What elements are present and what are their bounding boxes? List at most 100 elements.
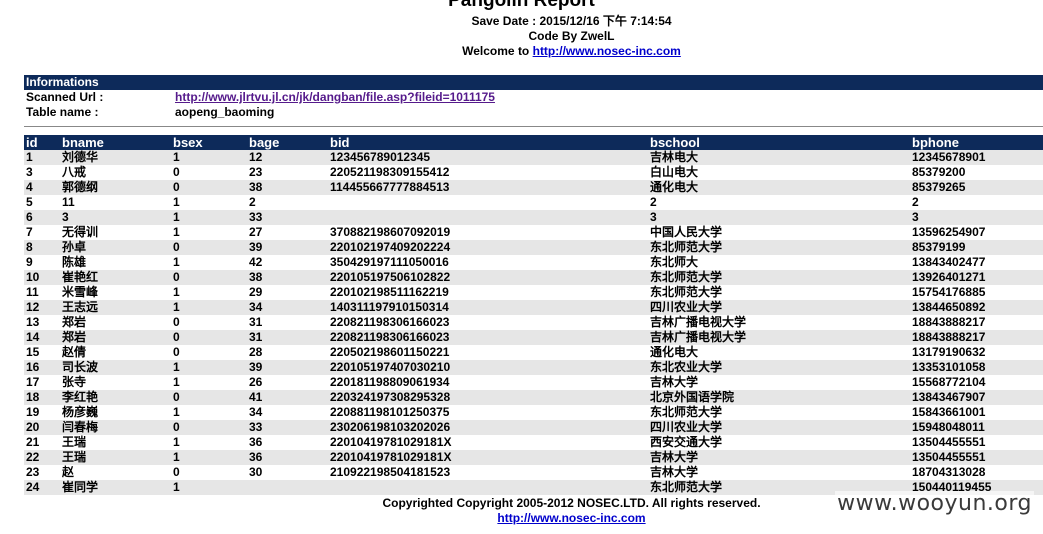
cell-bage: 39 <box>247 240 328 255</box>
table-row: 19 杨彦巍 1 34 220881198101250375 东北师范大学 15843661… <box>24 405 1043 420</box>
cell-bage: 28 <box>247 345 328 360</box>
column-header-bid: bid <box>328 135 648 150</box>
informations-section: Informations Scanned Url : http://www.jl… <box>24 75 1043 120</box>
cell-id: 17 <box>24 375 60 390</box>
cell-bid <box>328 480 648 495</box>
cell-bname: 郑岩 <box>60 315 171 330</box>
table-name-row: Table name : aopeng_baoming <box>24 105 1043 120</box>
cell-bname: 米雪峰 <box>60 285 171 300</box>
cell-bage: 33 <box>247 420 328 435</box>
table-row: 8 孙卓 0 39 220102197409202224 东北师范大学 85379199 <box>24 240 1043 255</box>
cell-id: 15 <box>24 345 60 360</box>
cell-bname: 杨彦巍 <box>60 405 171 420</box>
cell-bid: 220521198309155412 <box>328 165 648 180</box>
cell-id: 12 <box>24 300 60 315</box>
cell-id: 24 <box>24 480 60 495</box>
table-row: 13 郑岩 0 31 220821198306166023 吉林广播电视大学 1884388… <box>24 315 1043 330</box>
cell-bsex: 1 <box>171 285 247 300</box>
cell-bschool: 吉林大学 <box>648 465 910 480</box>
table-name-value: aopeng_baoming <box>175 105 275 119</box>
table-row: 16 司长波 1 39 220105197407030210 东北农业大学 13353101… <box>24 360 1043 375</box>
table-row: 15 赵倩 0 28 220502198601150221 通化电大 13179190632 <box>24 345 1043 360</box>
cell-id: 16 <box>24 360 60 375</box>
cell-bsex: 0 <box>171 240 247 255</box>
cell-bid <box>328 195 648 210</box>
cell-bsex: 1 <box>171 150 247 165</box>
cell-bname: 3 <box>60 210 171 225</box>
cell-bname: 司长波 <box>60 360 171 375</box>
welcome-link[interactable]: http://www.nosec-inc.com <box>533 44 681 58</box>
cell-bschool: 东北师范大学 <box>648 405 910 420</box>
cell-bid: 210922198504181523 <box>328 465 648 480</box>
cell-bage: 38 <box>247 180 328 195</box>
cell-bage: 12 <box>247 150 328 165</box>
cell-bage: 2 <box>247 195 328 210</box>
cell-bphone: 13843402477 <box>910 255 1043 270</box>
cell-bsex: 0 <box>171 270 247 285</box>
cell-bname: 陈雄 <box>60 255 171 270</box>
cell-bphone: 18704313028 <box>910 465 1043 480</box>
cell-id: 18 <box>24 390 60 405</box>
cell-bsex: 1 <box>171 405 247 420</box>
column-header-bschool: bschool <box>648 135 910 150</box>
cell-bschool: 北京外国语学院 <box>648 390 910 405</box>
cell-bid: 220324197308295328 <box>328 390 648 405</box>
cell-bage: 36 <box>247 435 328 450</box>
cell-bschool: 中国人民大学 <box>648 225 910 240</box>
cell-bname: 11 <box>60 195 171 210</box>
cell-bage: 42 <box>247 255 328 270</box>
cell-bphone: 15843661001 <box>910 405 1043 420</box>
section-divider <box>24 126 1043 127</box>
cell-bid: 220105197407030210 <box>328 360 648 375</box>
cell-bphone: 15568772104 <box>910 375 1043 390</box>
cell-bname: 王志远 <box>60 300 171 315</box>
cell-bsex: 0 <box>171 165 247 180</box>
cell-bid: 220181198809061934 <box>328 375 648 390</box>
cell-bsex: 0 <box>171 180 247 195</box>
table-body: 1 刘德华 1 12 123456789012345 吉林电大 12345678901 3 八戒… <box>24 150 1043 495</box>
table-row: 20 闫春梅 0 33 230206198103202026 四川农业大学 15948048… <box>24 420 1043 435</box>
cell-id: 13 <box>24 315 60 330</box>
cell-bname: 郭德纲 <box>60 180 171 195</box>
cell-bschool: 四川农业大学 <box>648 420 910 435</box>
table-row: 17 张寺 1 26 220181198809061934 吉林大学 15568772104 <box>24 375 1043 390</box>
cell-bid: 114455667777884513 <box>328 180 648 195</box>
cell-bschool: 东北师大 <box>648 255 910 270</box>
cell-bsex: 1 <box>171 450 247 465</box>
cell-id: 23 <box>24 465 60 480</box>
cell-id: 11 <box>24 285 60 300</box>
scanned-url-link[interactable]: http://www.jlrtvu.jl.cn/jk/dangban/file.… <box>175 90 495 105</box>
cell-bage: 34 <box>247 405 328 420</box>
report-title: Pangolin Report <box>448 0 595 11</box>
cell-bname: 郑岩 <box>60 330 171 345</box>
cell-bsex: 1 <box>171 210 247 225</box>
table-row: 1 刘德华 1 12 123456789012345 吉林电大 12345678901 <box>24 150 1043 165</box>
cell-bsex: 1 <box>171 195 247 210</box>
cell-bage: 39 <box>247 360 328 375</box>
cell-bphone: 2 <box>910 195 1043 210</box>
footer-link[interactable]: http://www.nosec-inc.com <box>497 511 645 525</box>
cell-bphone: 13504455551 <box>910 450 1043 465</box>
cell-bphone: 13844650892 <box>910 300 1043 315</box>
cell-bname: 张寺 <box>60 375 171 390</box>
cell-bage: 23 <box>247 165 328 180</box>
scanned-url-row: Scanned Url : http://www.jlrtvu.jl.cn/jk… <box>24 90 1043 105</box>
cell-bschool: 通化电大 <box>648 180 910 195</box>
cell-id: 1 <box>24 150 60 165</box>
cell-bname: 刘德华 <box>60 150 171 165</box>
cell-bage: 27 <box>247 225 328 240</box>
cell-bphone: 12345678901 <box>910 150 1043 165</box>
welcome-prefix: Welcome to <box>462 44 533 58</box>
cell-bname: 崔艳红 <box>60 270 171 285</box>
cell-bname: 王瑞 <box>60 450 171 465</box>
cell-bname: 八戒 <box>60 165 171 180</box>
cell-bsex: 1 <box>171 225 247 240</box>
cell-bname: 赵 <box>60 465 171 480</box>
column-header-bsex: bsex <box>171 135 247 150</box>
cell-bphone: 85379265 <box>910 180 1043 195</box>
table-row: 11 米雪峰 1 29 220102198511162219 东北师范大学 15754176… <box>24 285 1043 300</box>
cell-bid <box>328 210 648 225</box>
table-row: 12 王志远 1 34 140311197910150314 四川农业大学 13844650… <box>24 300 1043 315</box>
cell-bsex: 1 <box>171 435 247 450</box>
cell-bage: 29 <box>247 285 328 300</box>
